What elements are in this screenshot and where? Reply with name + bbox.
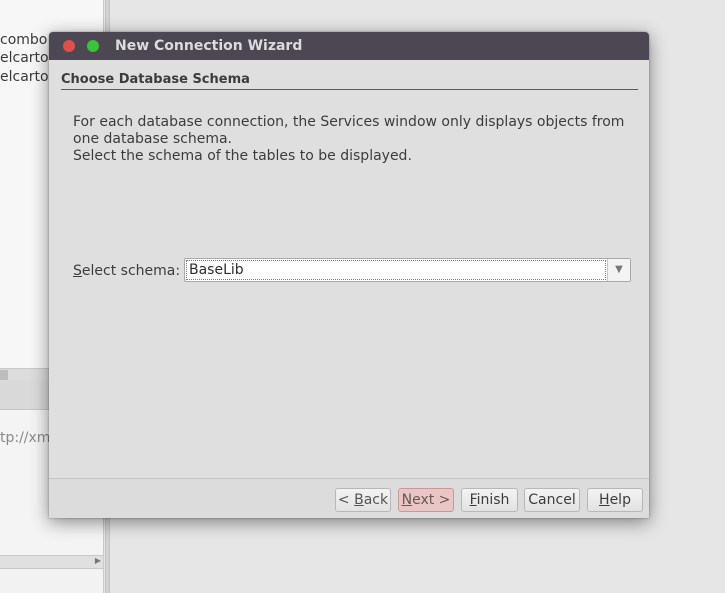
close-circle-icon[interactable]: [63, 40, 75, 52]
background-tree-item: elcarto: [0, 50, 49, 66]
button-mnemonic: N: [401, 492, 413, 508]
cancel-button[interactable]: Cancel: [524, 488, 580, 512]
help-button[interactable]: Help: [587, 488, 643, 512]
new-connection-wizard-dialog: New Connection Wizard Choose Database Sc…: [49, 32, 649, 518]
button-mnemonic: F: [469, 492, 477, 508]
background-tree-item: elcarto: [0, 69, 49, 85]
button-mnemonic: B: [354, 492, 364, 508]
dialog-titlebar[interactable]: New Connection Wizard: [49, 32, 649, 60]
label-text: elect schema:: [81, 263, 181, 279]
description-line: For each database connection, the Servic…: [73, 114, 625, 147]
button-text: inish: [476, 492, 510, 508]
button-text: ack: [363, 492, 389, 508]
background-bottom-scrollbar[interactable]: ▶: [0, 555, 103, 569]
next-button[interactable]: Next >: [398, 488, 454, 512]
select-schema-label: Select schema:: [73, 263, 180, 279]
schema-selected-value: BaseLib: [189, 262, 244, 278]
chevron-down-icon[interactable]: ▼: [608, 259, 630, 281]
step-title: Choose Database Schema: [61, 72, 250, 87]
button-prefix: <: [337, 492, 355, 508]
back-button[interactable]: < Back: [335, 488, 391, 512]
button-mnemonic: H: [599, 492, 610, 508]
background-url-text: tp://xm: [0, 430, 51, 446]
scrollbar-thumb[interactable]: [0, 370, 8, 380]
background-tree-item: combo: [0, 32, 48, 48]
button-text: elp: [609, 492, 631, 508]
maximize-circle-icon[interactable]: [87, 40, 99, 52]
step-description: For each database connection, the Servic…: [73, 114, 628, 165]
description-line: Select the schema of the tables to be di…: [73, 148, 412, 164]
step-title-divider: [61, 89, 638, 90]
schema-dropdown-field[interactable]: BaseLib: [185, 259, 607, 281]
wizard-content: Choose Database Schema For each database…: [49, 60, 649, 478]
button-text: ext >: [412, 492, 451, 508]
finish-button[interactable]: Finish: [461, 488, 518, 512]
label-mnemonic: S: [73, 263, 82, 279]
dialog-title: New Connection Wizard: [115, 38, 303, 54]
scroll-right-arrow-icon[interactable]: ▶: [95, 556, 101, 565]
wizard-button-bar: < Back Next > Finish Cancel Help: [49, 478, 649, 518]
schema-dropdown[interactable]: BaseLib ▼: [184, 258, 631, 282]
